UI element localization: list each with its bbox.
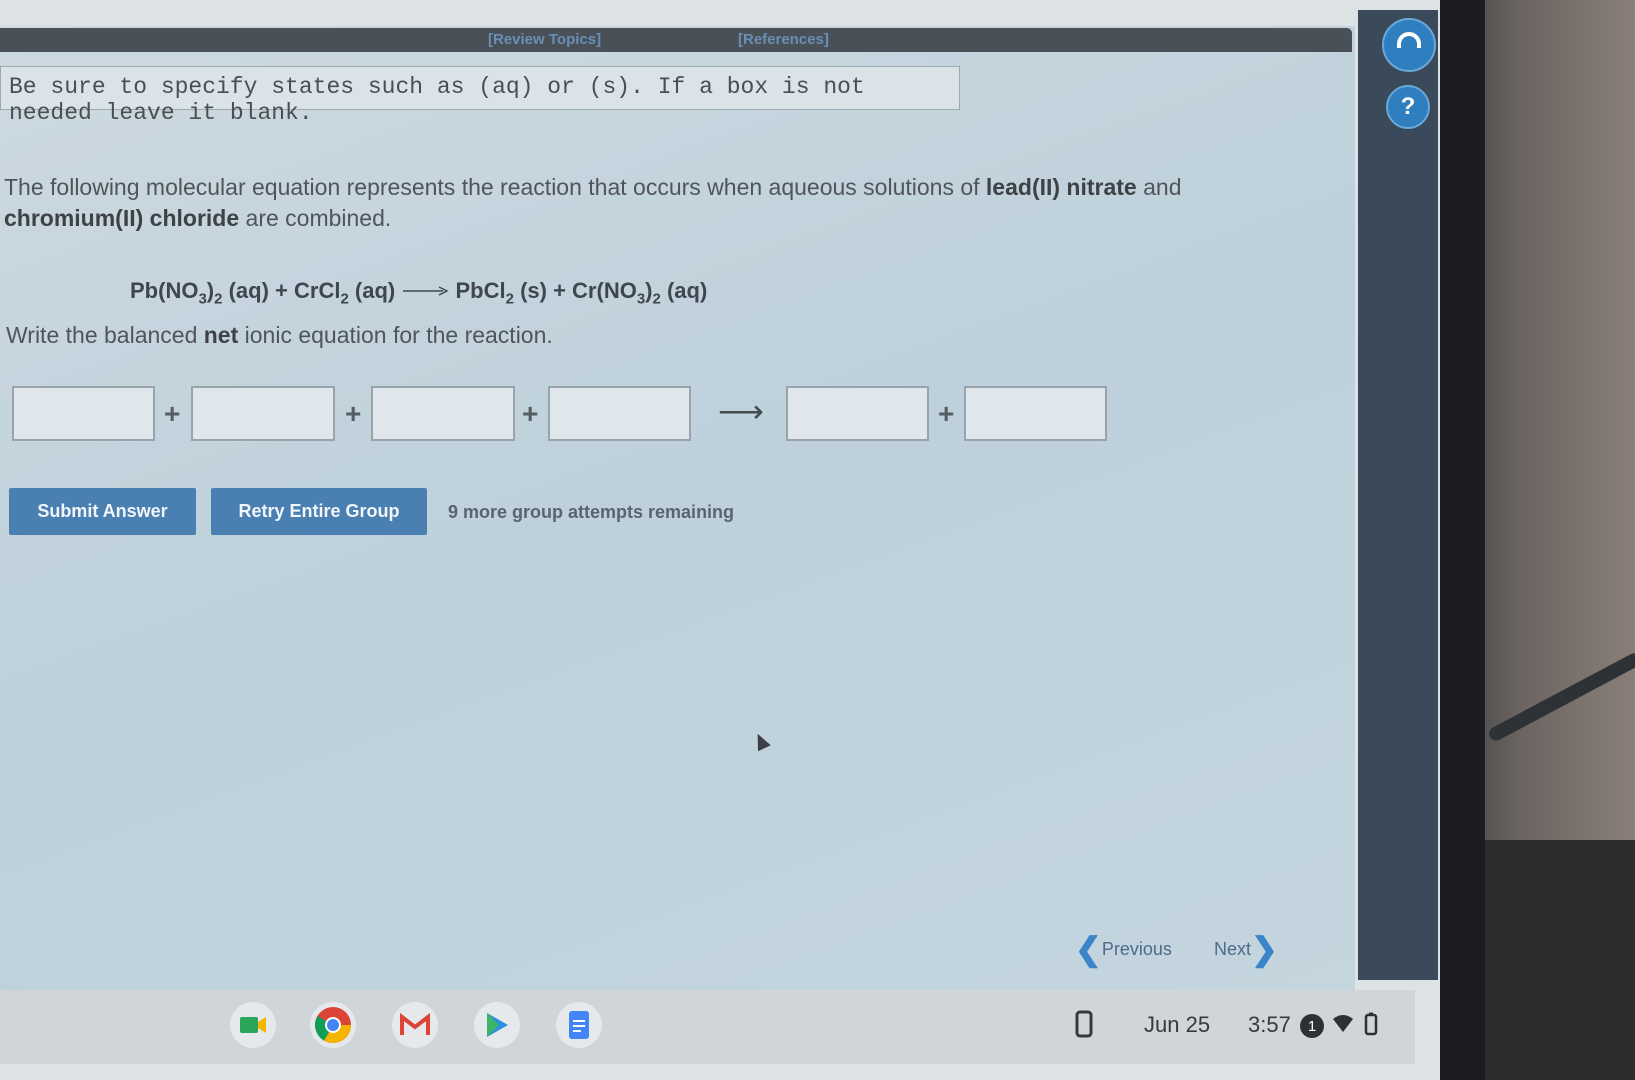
prompt-text: Write the balanced net ionic equation fo… xyxy=(6,322,553,348)
reactant-input-3[interactable] xyxy=(371,386,515,441)
review-topics-link[interactable]: [Review Topics] xyxy=(488,31,601,48)
previous-button[interactable]: ❮ Previous xyxy=(1075,930,1172,968)
question-text: The following molecular equation represe… xyxy=(4,174,1182,231)
meet-app-icon[interactable] xyxy=(230,1002,276,1048)
attempts-remaining: 9 more group attempts remaining xyxy=(448,502,735,522)
reactant-input-2[interactable] xyxy=(191,386,335,441)
date-label[interactable]: Jun 25 xyxy=(1144,1012,1210,1038)
docs-app-icon[interactable] xyxy=(556,1002,602,1048)
time-label[interactable]: 3:57 xyxy=(1248,1012,1291,1038)
instruction-box: Be sure to specify states such as (aq) o… xyxy=(0,66,960,126)
headset-icon[interactable] xyxy=(1382,18,1436,72)
battery-icon[interactable] xyxy=(1364,1012,1378,1042)
plus-sign: + xyxy=(522,398,539,429)
play-store-app-icon[interactable] xyxy=(474,1002,520,1048)
gmail-app-icon[interactable] xyxy=(392,1002,438,1048)
monitor-bezel xyxy=(1440,0,1485,1080)
plus-sign: + xyxy=(938,398,955,429)
chevron-left-icon: ❮ xyxy=(1075,931,1102,967)
chevron-right-icon: ❯ xyxy=(1251,931,1278,967)
wifi-icon[interactable] xyxy=(1332,1014,1354,1040)
submit-answer-button[interactable]: Submit Answer xyxy=(9,488,196,535)
retry-entire-group-button[interactable]: Retry Entire Group xyxy=(211,488,427,535)
right-side-panel: ? xyxy=(1358,10,1438,980)
reaction-arrow-icon xyxy=(403,286,450,296)
plus-sign: + xyxy=(164,398,181,429)
product-input-2[interactable] xyxy=(964,386,1107,441)
plus-sign: + xyxy=(345,398,362,429)
reactant-input-4[interactable] xyxy=(548,386,691,441)
yields-arrow-icon: ⟶ xyxy=(718,393,764,429)
desk-object xyxy=(1480,840,1635,1080)
notification-badge[interactable]: 1 xyxy=(1300,1014,1324,1038)
references-link[interactable]: [References] xyxy=(738,31,829,48)
reactant-input-1[interactable] xyxy=(12,386,155,441)
screen: [Review Topics] [References] ? Be sure t… xyxy=(0,0,1440,1080)
next-button[interactable]: Next ❯ xyxy=(1214,930,1278,968)
molecular-equation: Pb(NO3)2 (aq) + CrCl2 (aq) PbCl2 (s) + C… xyxy=(130,278,708,308)
product-input-1[interactable] xyxy=(786,386,929,441)
help-icon[interactable]: ? xyxy=(1386,85,1430,129)
top-toolbar: [Review Topics] [References] xyxy=(0,28,1352,52)
chrome-app-icon[interactable] xyxy=(310,1002,356,1048)
phone-hub-icon[interactable] xyxy=(1075,1010,1093,1044)
